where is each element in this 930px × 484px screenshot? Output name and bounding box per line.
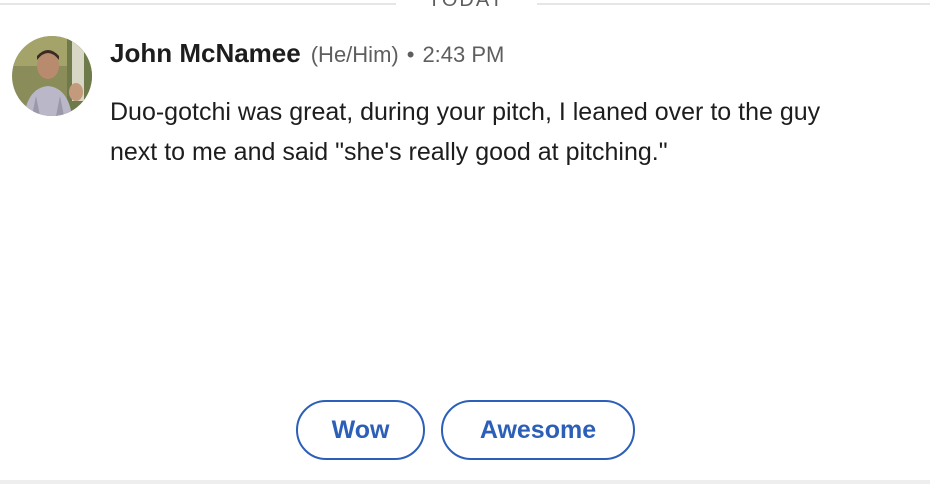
- author-name[interactable]: John McNamee: [110, 38, 301, 69]
- message-header: John McNamee (He/Him) • 2:43 PM: [110, 38, 504, 74]
- author-pronouns: (He/Him): [310, 42, 399, 67]
- message-text: Duo-gotchi was great, during your pitch,…: [110, 98, 821, 166]
- message-timestamp: 2:43 PM: [422, 42, 505, 67]
- avatar[interactable]: [12, 36, 92, 116]
- avatar-image: [12, 36, 92, 116]
- message-item: John McNamee (He/Him) • 2:43 PM Duo-gotc…: [0, 0, 930, 484]
- bottom-divider: [0, 480, 930, 484]
- quick-replies: Wow Awesome: [296, 400, 635, 460]
- quick-reply-wow[interactable]: Wow: [296, 400, 425, 460]
- quick-reply-awesome[interactable]: Awesome: [441, 400, 635, 460]
- separator-dot: •: [406, 42, 415, 67]
